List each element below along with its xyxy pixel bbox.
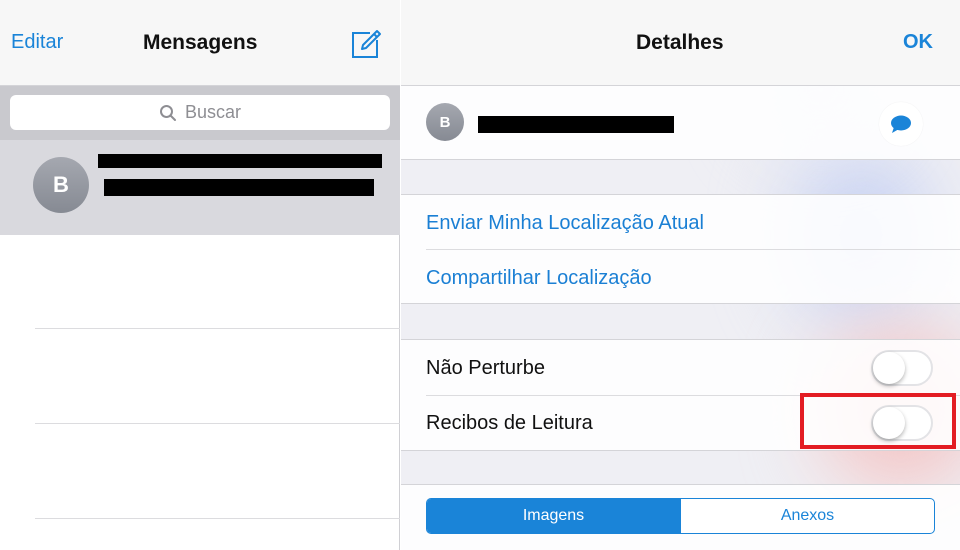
messages-title: Mensagens — [143, 31, 258, 54]
send-location-link[interactable]: Enviar Minha Localização Atual — [426, 212, 704, 235]
toggle-knob — [873, 407, 905, 439]
ok-button[interactable]: OK — [903, 31, 933, 54]
list-separator — [35, 328, 400, 329]
do-not-disturb-toggle[interactable] — [871, 350, 933, 386]
messages-panel: Editar Mensagens Buscar B — [0, 0, 400, 550]
search-placeholder: Buscar — [184, 102, 242, 122]
message-button[interactable] — [879, 102, 923, 146]
read-receipts-label: Recibos de Leitura — [426, 412, 593, 434]
speech-bubble-icon — [891, 115, 911, 133]
list-separator — [35, 518, 400, 519]
segment-images[interactable]: Imagens — [427, 499, 680, 533]
redacted-message-preview — [104, 179, 374, 196]
media-segmented-control: Imagens Anexos — [426, 498, 935, 534]
list-separator — [35, 423, 400, 424]
location-group: Enviar Minha Localização Atual Compartil… — [401, 194, 960, 304]
read-receipts-toggle[interactable] — [871, 405, 933, 441]
conversation-row[interactable]: B — [0, 140, 400, 235]
do-not-disturb-label: Não Perturbe — [426, 357, 545, 379]
edit-button[interactable]: Editar — [11, 31, 63, 54]
toggle-knob — [873, 352, 905, 384]
contact-row[interactable]: B — [401, 86, 960, 160]
messages-header: Editar Mensagens — [0, 0, 400, 86]
settings-group: Não Perturbe Recibos de Leitura — [401, 339, 960, 451]
contact-avatar: B — [426, 103, 464, 141]
search-icon — [159, 104, 176, 121]
details-title: Detalhes — [636, 31, 724, 54]
share-location-link[interactable]: Compartilhar Localização — [426, 267, 652, 290]
search-bar: Buscar — [0, 86, 400, 140]
redacted-contact-name — [478, 116, 674, 133]
details-panel: Detalhes OK B Enviar Minha Localização A… — [401, 0, 960, 550]
redacted-contact-name — [98, 154, 382, 168]
row-separator — [426, 249, 960, 250]
search-input[interactable]: Buscar — [10, 95, 390, 130]
compose-icon[interactable] — [350, 28, 382, 60]
row-separator — [426, 395, 960, 396]
segment-attachments[interactable]: Anexos — [680, 499, 934, 533]
conversation-avatar: B — [33, 157, 89, 213]
details-header: Detalhes OK — [401, 0, 960, 86]
